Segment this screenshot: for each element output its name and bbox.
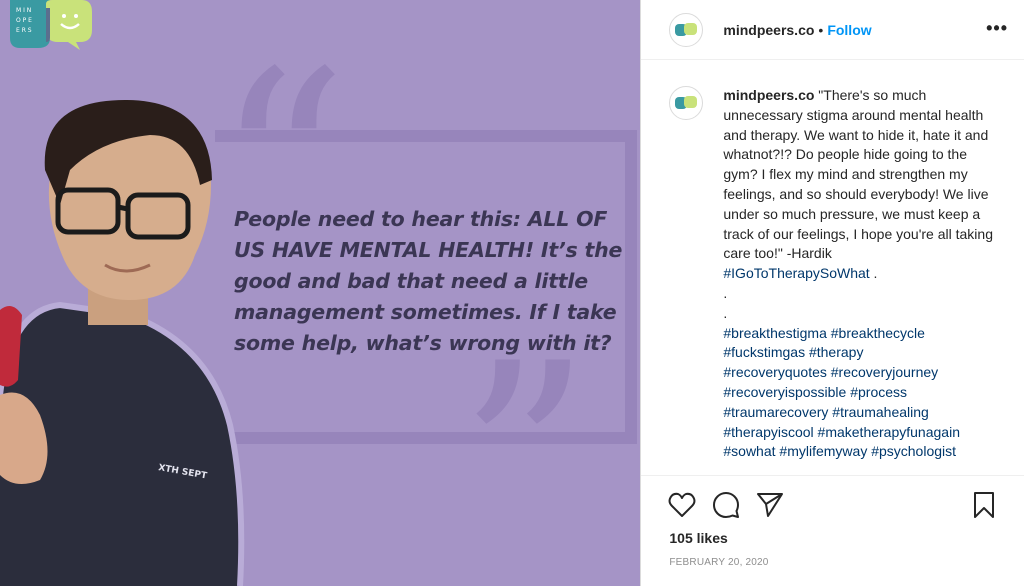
- bookmark-icon[interactable]: [969, 490, 999, 520]
- share-icon[interactable]: [755, 490, 785, 520]
- person-photo: XTH SEPT: [0, 100, 245, 586]
- comment-icon[interactable]: [711, 490, 741, 520]
- brand-logo-icon: [675, 22, 698, 36]
- svg-text:O P E: O P E: [16, 17, 32, 24]
- hashtag-line[interactable]: #breakthestigma #breakthecycle: [723, 325, 925, 341]
- svg-text:E R S: E R S: [16, 27, 32, 34]
- hashtag-link[interactable]: #IGoToTherapySoWhat: [723, 265, 869, 281]
- caption: mindpeers.co "There's so much unnecessar…: [723, 86, 993, 471]
- hashtag-line[interactable]: #traumarecovery #traumahealing: [723, 404, 928, 420]
- caption-dot: .: [723, 304, 728, 321]
- close-quote-mark: ”: [458, 309, 591, 586]
- svg-text:M I N: M I N: [16, 7, 31, 14]
- post-header: mindpeers.co • Follow •••: [641, 0, 1024, 60]
- instagram-post: “ ” M I N O P E E R S XTH SEPT People ne…: [0, 0, 1024, 586]
- mindpeers-logo: M I N O P E E R S: [10, 0, 92, 50]
- comments-section[interactable]: mindpeers.co "There's so much unnecessar…: [669, 86, 999, 471]
- avatar[interactable]: [669, 12, 704, 47]
- header-username[interactable]: mindpeers.co: [723, 22, 814, 38]
- hashtag-line[interactable]: #sowhat #mylifemyway #psychologist: [723, 443, 956, 459]
- post-image[interactable]: “ ” M I N O P E E R S XTH SEPT People ne…: [0, 0, 641, 586]
- follow-button[interactable]: Follow: [827, 22, 871, 38]
- caption-period: .: [869, 265, 878, 282]
- more-options-icon[interactable]: •••: [986, 18, 1008, 39]
- caption-username[interactable]: mindpeers.co: [723, 87, 814, 103]
- actions-bar: 105 likes FEBRUARY 20, 2020: [641, 475, 1024, 587]
- hashtag-line[interactable]: #fuckstimgas #therapy: [723, 344, 863, 360]
- likes-count[interactable]: 105 likes: [669, 530, 727, 546]
- hashtag-line[interactable]: #therapyiscool #maketherapyfunagain: [723, 424, 960, 440]
- caption-text: "There's so much unnecessary stigma arou…: [723, 87, 993, 262]
- caption-avatar[interactable]: [669, 86, 704, 120]
- quote-text: People need to hear this: ALL OF US HAVE…: [234, 207, 623, 355]
- post-sidebar: mindpeers.co • Follow ••• mindpeers.co "…: [640, 0, 1024, 586]
- hashtag-line[interactable]: #recoveryquotes #recoveryjourney: [723, 364, 938, 380]
- caption-dot: .: [723, 284, 728, 301]
- separator-dot: •: [818, 21, 824, 38]
- brand-logo-icon: [675, 96, 698, 109]
- heart-icon[interactable]: [667, 490, 697, 520]
- post-date: FEBRUARY 20, 2020: [669, 557, 769, 568]
- hashtag-line[interactable]: #recoveryispossible #process: [723, 384, 907, 400]
